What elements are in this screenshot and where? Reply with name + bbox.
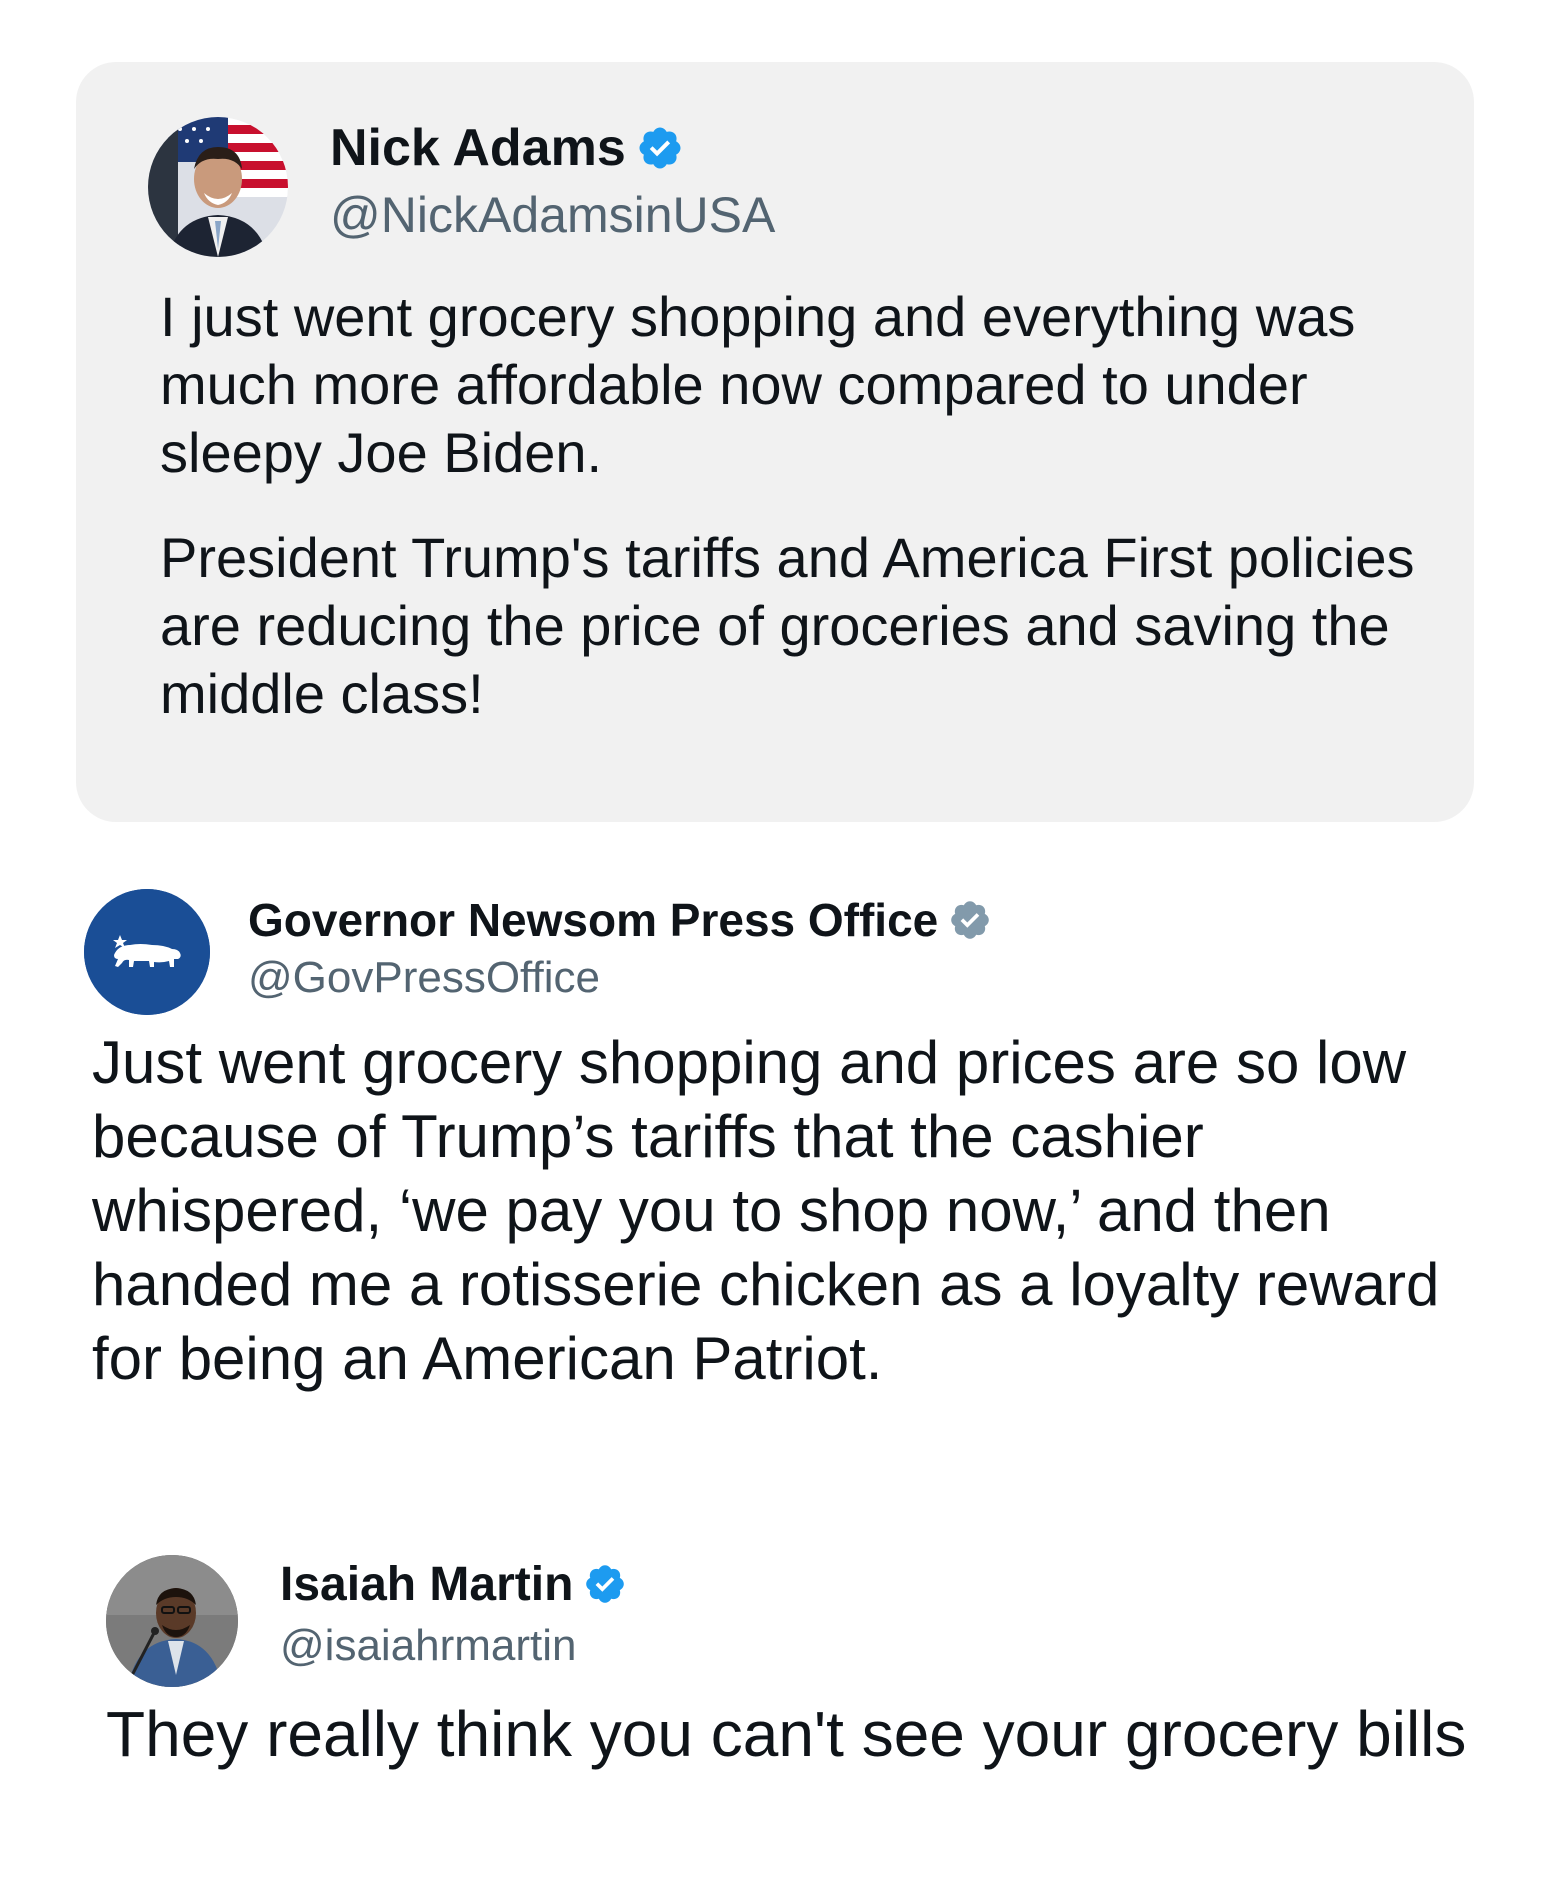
- verified-badge-icon: [636, 124, 684, 172]
- post-text-paragraph: President Trump's tariffs and America Fi…: [160, 526, 1415, 725]
- person-speaking-icon: [106, 1555, 238, 1687]
- author-name-row: Governor Newsom Press Office: [248, 890, 992, 950]
- author-name-row: Nick Adams: [330, 116, 684, 180]
- avatar[interactable]: [148, 117, 288, 257]
- person-with-flag-icon: [148, 117, 288, 257]
- avatar[interactable]: [84, 889, 210, 1015]
- post-text-paragraph: I just went grocery shopping and everyth…: [160, 285, 1356, 484]
- author-name[interactable]: Governor Newsom Press Office: [248, 893, 938, 947]
- author-name-row: Isaiah Martin: [280, 1554, 627, 1614]
- author-handle[interactable]: @NickAdamsinUSA: [330, 186, 775, 244]
- author-name[interactable]: Nick Adams: [330, 118, 626, 178]
- avatar[interactable]: [106, 1555, 238, 1687]
- author-handle[interactable]: @isaiahrmartin: [280, 1621, 577, 1671]
- california-bear-icon: [84, 889, 210, 1015]
- author-handle[interactable]: @GovPressOffice: [248, 953, 600, 1003]
- verified-badge-icon: [948, 898, 992, 942]
- author-name[interactable]: Isaiah Martin: [280, 1557, 573, 1612]
- verified-badge-icon: [583, 1562, 627, 1606]
- post-text: They really think you can't see your gro…: [106, 1698, 1467, 1770]
- post-text: Just went grocery shopping and prices ar…: [92, 1029, 1440, 1392]
